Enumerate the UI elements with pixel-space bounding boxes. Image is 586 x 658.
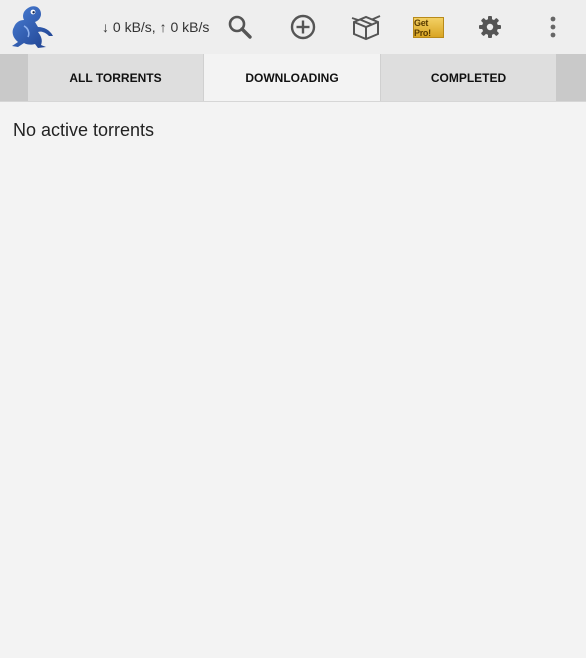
tab-completed[interactable]: COMPLETED (381, 54, 556, 102)
action-bar: ↓ 0 kB/s, ↑ 0 kB/s Get Pro! (0, 0, 586, 54)
add-circle-icon (290, 14, 316, 40)
add-torrent-button[interactable] (287, 11, 319, 43)
tab-all-torrents[interactable]: ALL TORRENTS (28, 54, 203, 102)
frog-logo-icon[interactable] (8, 3, 58, 53)
overflow-menu-button[interactable] (537, 11, 569, 43)
get-pro-button[interactable]: Get Pro! (413, 17, 444, 38)
tab-downloading[interactable]: DOWNLOADING (203, 54, 381, 102)
package-icon (351, 15, 381, 41)
transfer-speed: ↓ 0 kB/s, ↑ 0 kB/s (102, 19, 210, 35)
empty-state-message: No active torrents (13, 120, 155, 140)
settings-gear-icon (479, 16, 501, 38)
tab-bar: ALL TORRENTS DOWNLOADING COMPLETED (0, 54, 586, 102)
app-window: ↓ 0 kB/s, ↑ 0 kB/s Get Pro! ALL TORRENTS… (0, 0, 586, 658)
bundles-button[interactable] (350, 11, 382, 43)
overflow-menu-icon (550, 16, 556, 38)
tab-divider (0, 101, 586, 102)
search-icon (228, 15, 252, 39)
search-button[interactable] (224, 11, 256, 43)
settings-button[interactable] (474, 11, 506, 43)
